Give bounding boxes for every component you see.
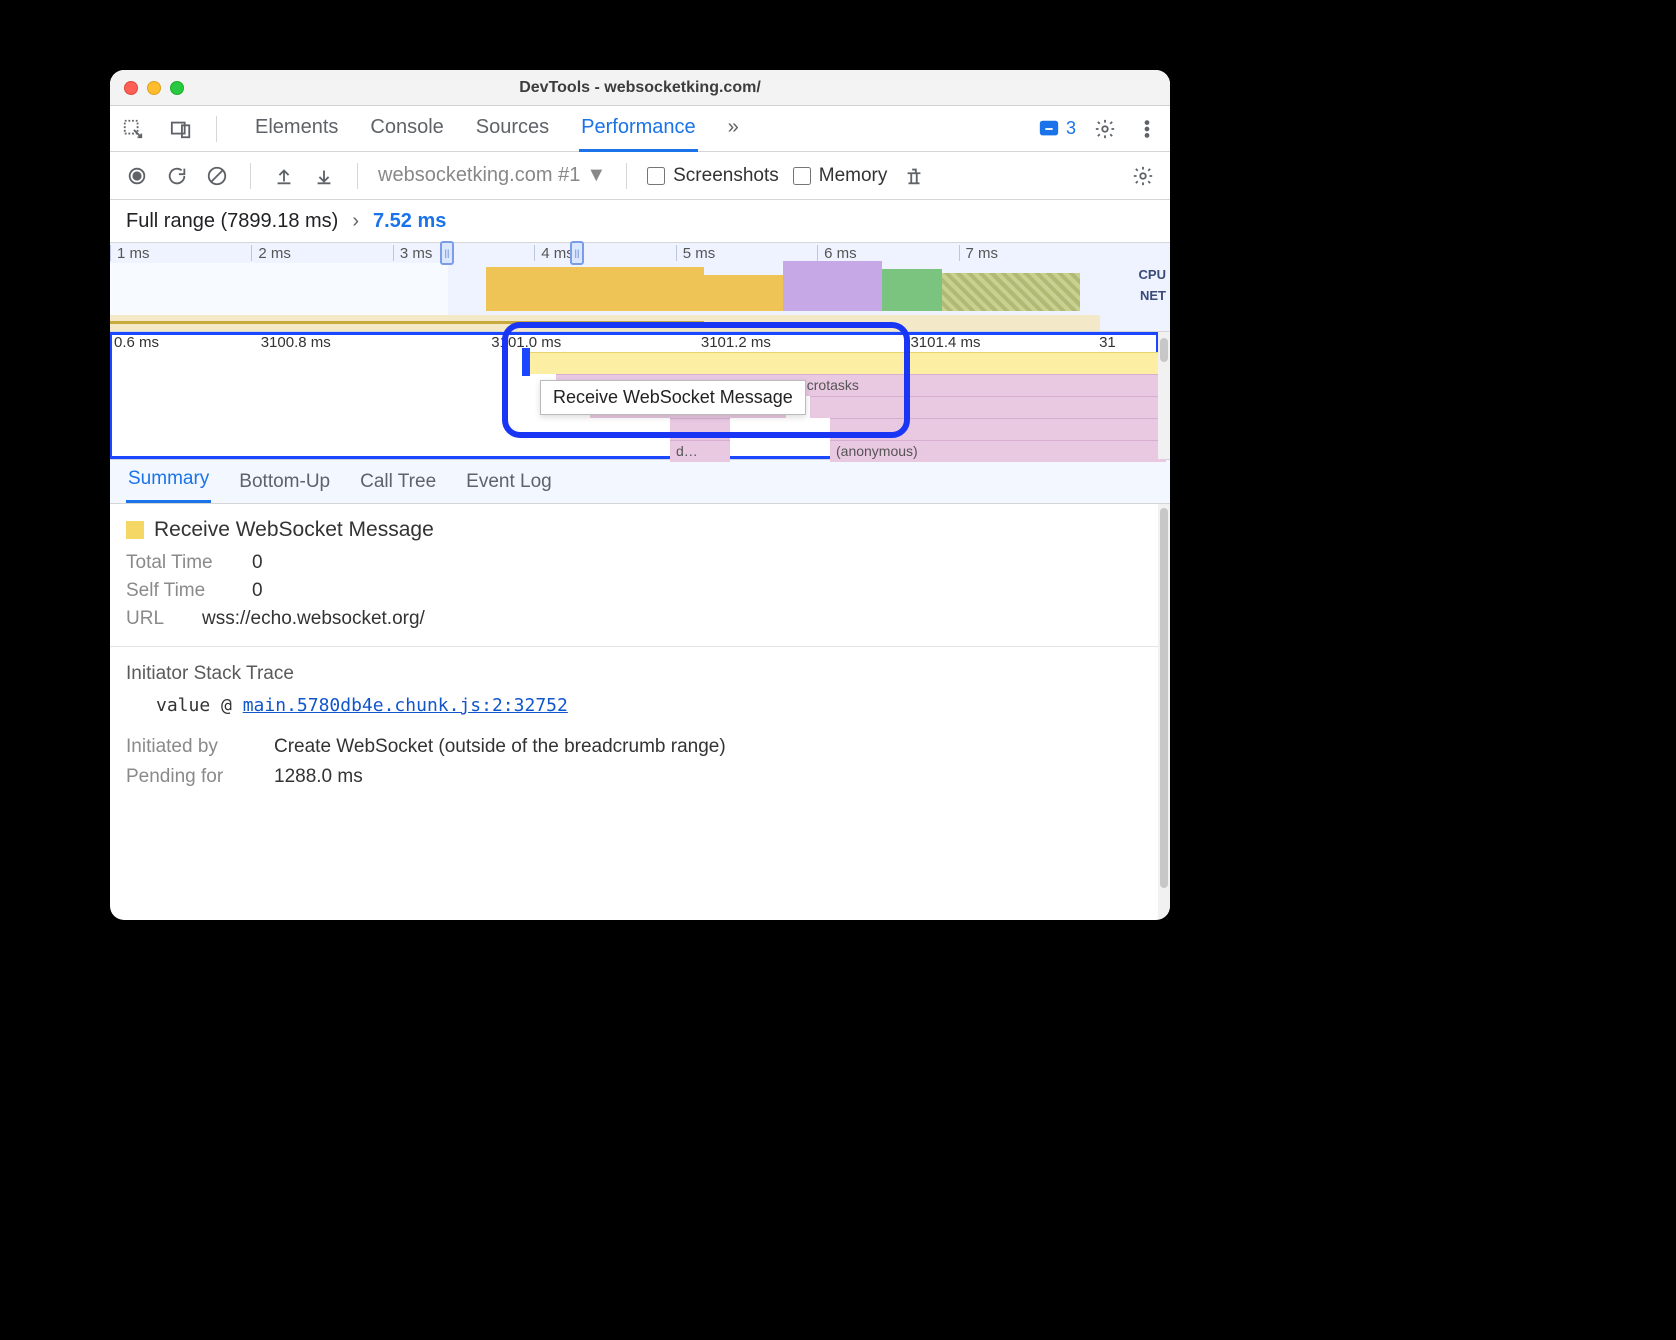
tab-performance[interactable]: Performance <box>579 106 698 152</box>
tab-console[interactable]: Console <box>368 106 445 152</box>
flamechart-tooltip: Receive WebSocket Message <box>540 380 806 415</box>
flame-bar-child-2[interactable] <box>810 396 1166 418</box>
dropdown-chevron-icon: ▼ <box>586 164 606 187</box>
flamechart-scrollbar[interactable] <box>1158 332 1170 459</box>
flame-bar-anonymous[interactable]: (anonymous) <box>830 440 1166 462</box>
device-toolbar-icon[interactable] <box>168 116 194 142</box>
more-icon[interactable] <box>1134 116 1160 142</box>
memory-label: Memory <box>819 165 888 187</box>
details-tab-bottomup[interactable]: Bottom-Up <box>237 461 332 503</box>
messages-count: 3 <box>1066 118 1076 139</box>
collect-garbage-icon[interactable] <box>901 163 927 189</box>
record-icon[interactable] <box>124 163 150 189</box>
stack-trace-header: Initiator Stack Trace <box>126 663 1154 685</box>
summary-panel: Receive WebSocket Message Total Time 0 Se… <box>110 504 1170 810</box>
recording-name: websocketking.com #1 <box>378 164 580 187</box>
flame-bar-child-3[interactable] <box>830 418 1166 440</box>
breadcrumb-chevron-icon: › <box>352 210 359 233</box>
tab-overflow-chevron[interactable]: » <box>726 106 741 152</box>
memory-checkbox[interactable]: Memory <box>793 165 888 187</box>
url-label: URL <box>126 608 186 630</box>
details-scrollbar[interactable] <box>1158 504 1170 920</box>
reload-record-icon[interactable] <box>164 163 190 189</box>
event-marker <box>522 348 530 376</box>
details-tab-eventlog[interactable]: Event Log <box>464 461 554 503</box>
full-range-label[interactable]: Full range (7899.18 ms) <box>126 210 338 233</box>
screenshots-input[interactable] <box>647 167 665 185</box>
memory-input[interactable] <box>793 167 811 185</box>
screenshots-checkbox[interactable]: Screenshots <box>647 165 779 187</box>
messages-indicator[interactable]: 3 <box>1036 116 1076 142</box>
settings-icon[interactable] <box>1092 116 1118 142</box>
recording-selector[interactable]: websocketking.com #1 ▼ <box>378 164 606 187</box>
stack-function-name: value <box>156 695 210 716</box>
total-time-value: 0 <box>252 552 263 574</box>
clear-icon[interactable] <box>204 163 230 189</box>
net-lane-label: NET <box>1139 286 1166 307</box>
details-tab-summary[interactable]: Summary <box>126 458 211 503</box>
screenshots-label: Screenshots <box>673 165 779 187</box>
flame-bar-receive-websocket[interactable] <box>528 352 1168 374</box>
flame-bar-microtasks[interactable]: Microtasks <box>786 374 1166 396</box>
devtools-window: DevTools - websocketking.com/ Elements C… <box>110 70 1170 920</box>
details-panel: Receive WebSocket Message Total Time 0 Se… <box>110 504 1170 920</box>
pending-for-label: Pending for <box>126 766 256 788</box>
inspect-element-icon[interactable] <box>120 116 146 142</box>
tab-elements[interactable]: Elements <box>253 106 340 152</box>
stack-trace-line: value @ main.5780db4e.chunk.js:2:32752 <box>156 695 1154 716</box>
event-color-swatch <box>126 521 144 539</box>
upload-icon[interactable] <box>271 163 297 189</box>
total-time-label: Total Time <box>126 552 236 574</box>
overview-lane-labels: CPU NET <box>1139 265 1166 307</box>
panel-tabs: Elements Console Sources Performance » <box>253 106 741 152</box>
download-icon[interactable] <box>311 163 337 189</box>
initiated-by-value: Create WebSocket (outside of the breadcr… <box>274 736 726 758</box>
initiated-by-label: Initiated by <box>126 736 256 758</box>
overview-net-lane <box>110 315 1100 331</box>
url-value: wss://echo.websocket.org/ <box>202 608 425 630</box>
event-name: Receive WebSocket Message <box>154 518 434 542</box>
capture-settings-icon[interactable] <box>1130 163 1156 189</box>
flamechart-ticks: 0.6 ms 3100.8 ms 3101.0 ms 3101.2 ms 310… <box>110 334 1158 351</box>
stack-source-link[interactable]: main.5780db4e.chunk.js:2:32752 <box>243 695 568 716</box>
overview-handle-left[interactable] <box>440 241 454 265</box>
panel-tabbar: Elements Console Sources Performance » 3 <box>110 106 1170 152</box>
selected-range-label[interactable]: 7.52 ms <box>373 210 446 233</box>
overview-handle-right[interactable] <box>570 241 584 265</box>
messages-icon <box>1036 116 1062 142</box>
details-tab-calltree[interactable]: Call Tree <box>358 461 438 503</box>
flame-bar-d[interactable]: d… <box>670 440 730 462</box>
titlebar: DevTools - websocketking.com/ <box>110 70 1170 106</box>
flamechart[interactable]: 0.6 ms 3100.8 ms 3101.0 ms 3101.2 ms 310… <box>110 332 1170 460</box>
performance-toolbar: websocketking.com #1 ▼ Screenshots Memor… <box>110 152 1170 200</box>
self-time-label: Self Time <box>126 580 236 602</box>
range-breadcrumb: Full range (7899.18 ms) › 7.52 ms <box>110 200 1170 242</box>
window-title: DevTools - websocketking.com/ <box>110 79 1170 97</box>
self-time-value: 0 <box>252 580 263 602</box>
timeline-overview[interactable]: 1 ms 2 ms 3 ms 4 ms 5 ms 6 ms 7 ms CPU N… <box>110 242 1170 332</box>
details-tabs: Summary Bottom-Up Call Tree Event Log <box>110 460 1170 504</box>
cpu-lane-label: CPU <box>1139 265 1166 286</box>
overview-ticks: 1 ms 2 ms 3 ms 4 ms 5 ms 6 ms 7 ms <box>110 245 1100 261</box>
stack-at-symbol: @ <box>221 695 232 716</box>
flame-bar-truncated[interactable]: … <box>670 418 730 440</box>
pending-for-value: 1288.0 ms <box>274 766 363 788</box>
tab-sources[interactable]: Sources <box>474 106 551 152</box>
